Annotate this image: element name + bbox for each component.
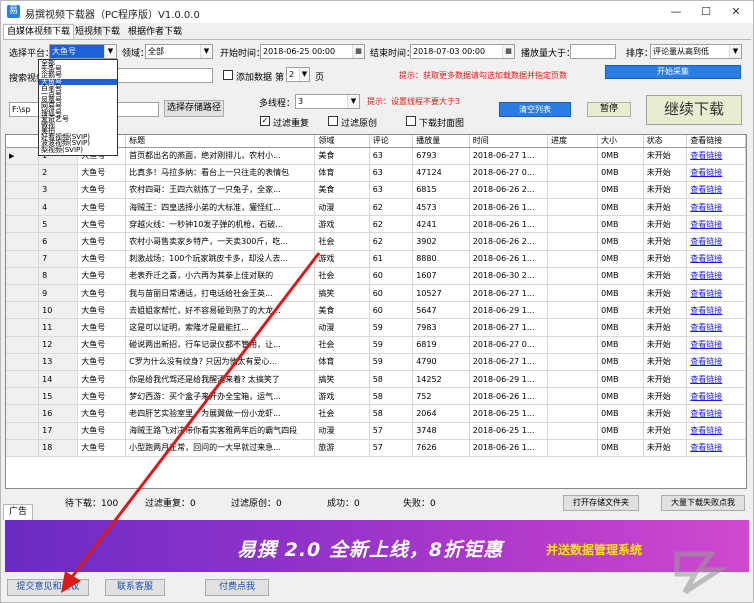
platform-option[interactable]: 梨视频(SVIP) [39, 146, 117, 153]
app-window: 易 易撰视频下载器（PC程序版）V1.0.0.0 — ☐ ✕ 自媒体视频下载 短… [0, 0, 754, 603]
platform-dropdown-list: 全部 头条号 企鹅号 大鱼号 百家号 一点号 凤凰号 网易号 搜狐号 爱奇艺号 … [38, 59, 118, 156]
watermark-logo [669, 546, 729, 596]
